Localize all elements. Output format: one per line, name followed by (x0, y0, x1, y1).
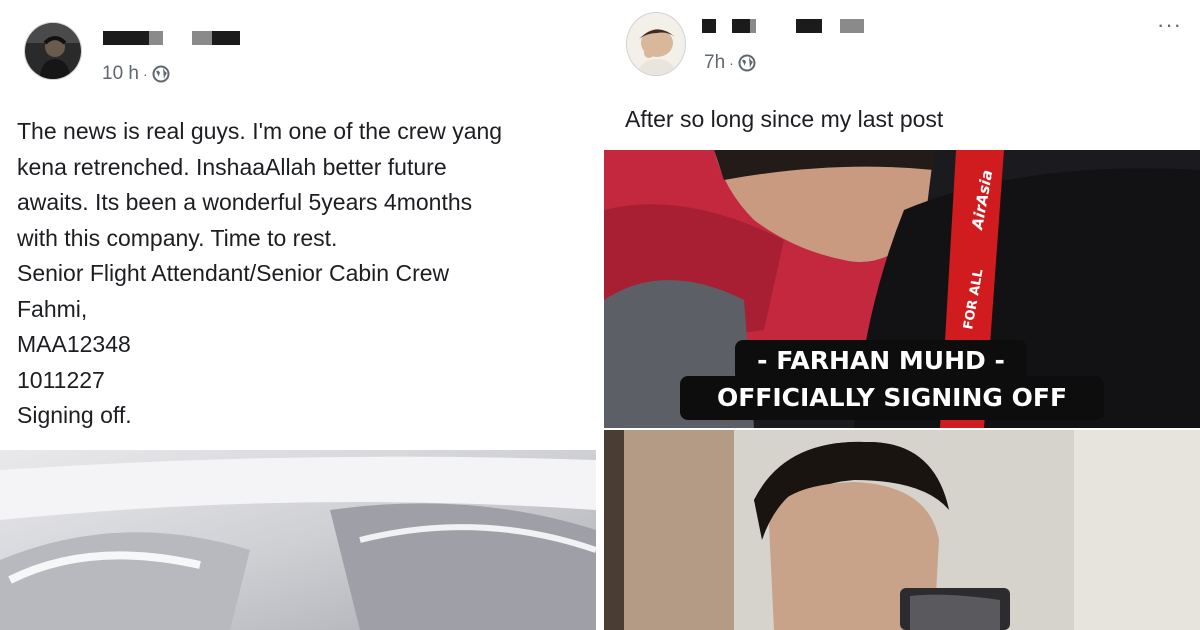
post-text-line: MAA12348 (17, 331, 131, 357)
redacted-name (103, 31, 149, 45)
post-photo[interactable] (604, 430, 1200, 630)
redacted-name (732, 19, 750, 33)
left-post: 10 h · The news is real guys. I'm one of… (0, 0, 596, 630)
post-text: The news is real guys. I'm one of the cr… (17, 114, 502, 434)
meta-separator: · (729, 55, 734, 71)
redacted-name (750, 19, 756, 33)
post-meta: 7h · (704, 52, 756, 74)
meta-separator: · (142, 66, 148, 82)
right-post: ··· 7h · After so long since my last pos… (604, 0, 1200, 630)
photo-caption-line-2: OFFICIALLY SIGNING OFF (680, 376, 1104, 420)
post-text: After so long since my last post (625, 102, 943, 138)
avatar[interactable] (626, 12, 686, 76)
post-text-line: 1011227 (17, 366, 105, 393)
redacted-name (212, 31, 240, 45)
post-text-line: Signing off. (17, 402, 132, 428)
avatar[interactable] (24, 22, 82, 80)
post-text-line: with this company. Time to rest. (17, 224, 338, 251)
post-text-line: kena retrenched. InshaaAllah better futu… (17, 153, 447, 180)
post-text-line: awaits. Its been a wonderful 5years 4mon… (17, 189, 473, 215)
post-text-line: Fahmi, (17, 295, 88, 322)
post-timestamp[interactable]: 10 h (102, 63, 139, 85)
post-timestamp[interactable]: 7h (704, 52, 725, 74)
redacted-name (192, 31, 212, 45)
globe-icon (152, 65, 170, 83)
redacted-name (149, 31, 163, 45)
redacted-name (796, 19, 822, 33)
post-text-line: Senior Flight Attendant/Senior Cabin Cre… (17, 260, 450, 286)
redacted-name (702, 19, 716, 33)
more-options-icon[interactable]: ··· (1157, 12, 1182, 38)
globe-icon (738, 54, 756, 72)
panel-divider (596, 0, 604, 630)
post-photo[interactable]: FOR ALL AirAsia - FARHAN MUHD - OFFICIAL… (604, 150, 1200, 428)
post-photo[interactable] (0, 450, 596, 630)
redacted-name (840, 19, 864, 33)
post-meta: 10 h · (102, 63, 170, 85)
post-text-line: After so long since my last post (625, 106, 944, 132)
post-text-line: The news is real guys. I'm one of the cr… (17, 118, 503, 144)
